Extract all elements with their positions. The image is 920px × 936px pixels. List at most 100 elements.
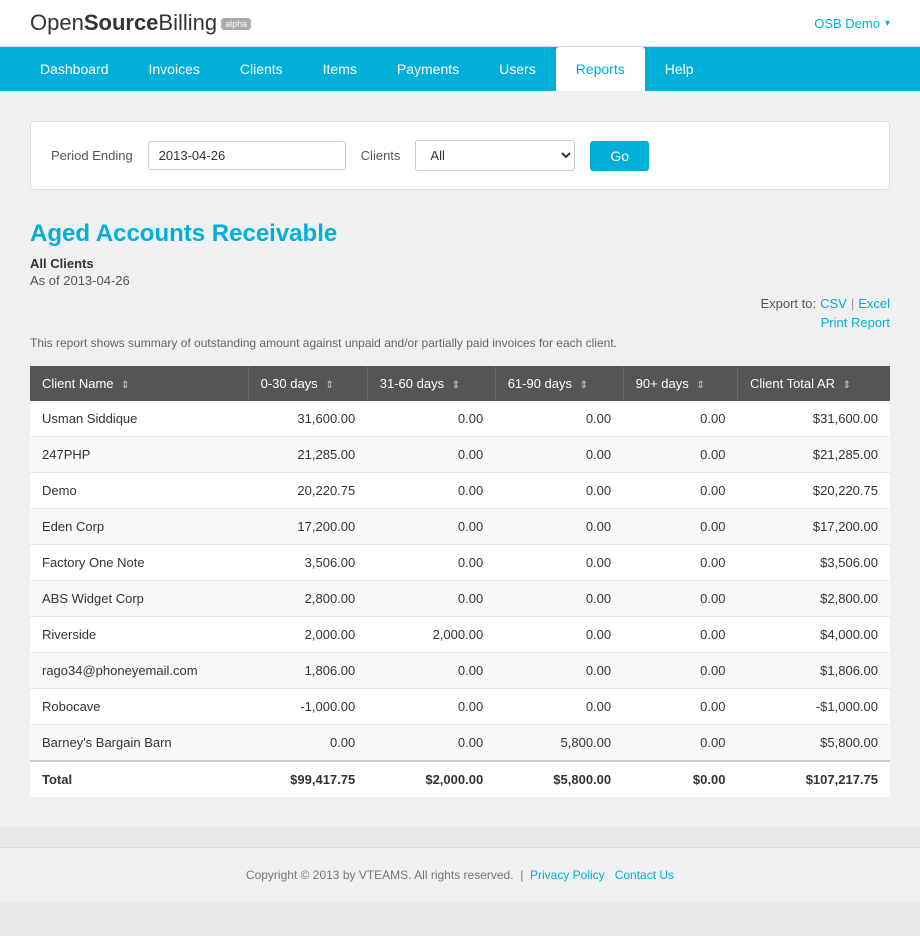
cell-d90plus: 0.00 [623,725,737,762]
cell-d61-90: 0.00 [495,653,623,689]
cell-d61-90: 0.00 [495,581,623,617]
cell-d0-30: 3,506.00 [248,545,367,581]
cell-d61-90: 0.00 [495,473,623,509]
logo-billing: Billing [158,10,217,35]
sort-icon-total: ⇕ [843,380,851,391]
csv-link[interactable]: CSV [820,296,847,311]
cell-d90plus: 0.00 [623,689,737,725]
cell-d61-90: 0.00 [495,437,623,473]
table-row: rago34@phoneyemail.com 1,806.00 0.00 0.0… [30,653,890,689]
cell-d61-90: 5,800.00 [495,725,623,762]
cell-d61-90: 0.00 [495,401,623,437]
cell-total: $3,506.00 [737,545,890,581]
excel-link[interactable]: Excel [858,296,890,311]
logo-open: Open [30,10,84,35]
table-row: Riverside 2,000.00 2,000.00 0.00 0.00 $4… [30,617,890,653]
cell-d61-90: 0.00 [495,617,623,653]
cell-d90plus: 0.00 [623,617,737,653]
go-button[interactable]: Go [590,141,649,171]
nav-item-help[interactable]: Help [645,47,714,91]
table-footer-row: Total $99,417.75 $2,000.00 $5,800.00 $0.… [30,761,890,797]
cell-d61-90: 0.00 [495,689,623,725]
footer-d31-60: $2,000.00 [367,761,495,797]
footer-total: $107,217.75 [737,761,890,797]
footer-d90plus: $0.00 [623,761,737,797]
col-client-name[interactable]: Client Name ⇕ [30,366,248,401]
cell-client: Robocave [30,689,248,725]
page-footer: Copyright © 2013 by VTEAMS. All rights r… [0,847,920,902]
cell-client: ABS Widget Corp [30,581,248,617]
sort-icon-31-60: ⇕ [452,380,460,391]
col-61-90[interactable]: 61-90 days ⇕ [495,366,623,401]
cell-d90plus: 0.00 [623,653,737,689]
cell-d0-30: 31,600.00 [248,401,367,437]
user-menu[interactable]: OSB Demo ▾ [814,16,890,31]
logo-alpha-badge: alpha [221,18,251,30]
cell-d31-60: 0.00 [367,509,495,545]
print-row: Print Report [30,315,890,330]
cell-d0-30: 20,220.75 [248,473,367,509]
cell-d0-30: 0.00 [248,725,367,762]
cell-d61-90: 0.00 [495,509,623,545]
table-row: Usman Siddique 31,600.00 0.00 0.00 0.00 … [30,401,890,437]
cell-d90plus: 0.00 [623,545,737,581]
cell-d31-60: 0.00 [367,653,495,689]
cell-total: $17,200.00 [737,509,890,545]
print-link[interactable]: Print Report [821,315,890,330]
cell-total: $4,000.00 [737,617,890,653]
report-table: Client Name ⇕ 0-30 days ⇕ 31-60 days ⇕ 6… [30,366,890,797]
cell-total: $5,800.00 [737,725,890,762]
export-divider: | [851,296,854,311]
report-subtitle: All Clients [30,256,890,271]
cell-client: 247PHP [30,437,248,473]
cell-total: $1,806.00 [737,653,890,689]
cell-client: Eden Corp [30,509,248,545]
nav-item-reports[interactable]: Reports [556,47,645,91]
cell-d0-30: 17,200.00 [248,509,367,545]
filter-bar: Period Ending Clients All Go [30,121,890,190]
sort-icon-0-30: ⇕ [325,380,333,391]
logo-source: Source [84,10,159,35]
col-31-60[interactable]: 31-60 days ⇕ [367,366,495,401]
footer-label: Total [30,761,248,797]
cell-client: Factory One Note [30,545,248,581]
cell-d31-60: 0.00 [367,473,495,509]
cell-client: Barney's Bargain Barn [30,725,248,762]
clients-label: Clients [361,148,401,163]
export-label: Export to: [760,296,816,311]
nav-item-clients[interactable]: Clients [220,47,303,91]
report-date: As of 2013-04-26 [30,273,890,288]
col-0-30[interactable]: 0-30 days ⇕ [248,366,367,401]
cell-d90plus: 0.00 [623,437,737,473]
cell-d0-30: 21,285.00 [248,437,367,473]
footer-copyright: Copyright © 2013 by VTEAMS. All rights r… [246,868,514,882]
period-ending-label: Period Ending [51,148,133,163]
table-row: 247PHP 21,285.00 0.00 0.00 0.00 $21,285.… [30,437,890,473]
nav-item-invoices[interactable]: Invoices [129,47,220,91]
nav-item-dashboard[interactable]: Dashboard [20,47,129,91]
cell-d31-60: 0.00 [367,545,495,581]
footer-d0-30: $99,417.75 [248,761,367,797]
col-90plus[interactable]: 90+ days ⇕ [623,366,737,401]
nav-item-payments[interactable]: Payments [377,47,479,91]
cell-d31-60: 0.00 [367,581,495,617]
nav-item-items[interactable]: Items [303,47,377,91]
clients-select[interactable]: All [415,140,575,171]
privacy-policy-link[interactable]: Privacy Policy [530,868,605,882]
table-row: ABS Widget Corp 2,800.00 0.00 0.00 0.00 … [30,581,890,617]
cell-d31-60: 0.00 [367,437,495,473]
cell-client: Riverside [30,617,248,653]
cell-total: -$1,000.00 [737,689,890,725]
nav-item-users[interactable]: Users [479,47,556,91]
contact-us-link[interactable]: Contact Us [615,868,674,882]
main-nav: Dashboard Invoices Clients Items Payment… [0,47,920,91]
top-bar: OpenSourceBilling alpha OSB Demo ▾ [0,0,920,47]
cell-total: $20,220.75 [737,473,890,509]
col-total-ar[interactable]: Client Total AR ⇕ [737,366,890,401]
cell-d0-30: 2,800.00 [248,581,367,617]
cell-d90plus: 0.00 [623,473,737,509]
footer-d61-90: $5,800.00 [495,761,623,797]
period-ending-input[interactable] [148,141,346,170]
sort-icon-61-90: ⇕ [580,380,588,391]
chevron-down-icon: ▾ [885,18,890,29]
